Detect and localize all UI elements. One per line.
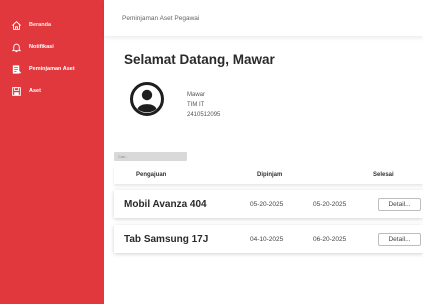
- column-header-pengajuan: Pengajuan: [136, 172, 167, 178]
- avatar: [130, 82, 164, 116]
- finished-date: 05-20-2025: [313, 200, 347, 208]
- sidebar-item-beranda[interactable]: Beranda: [0, 14, 104, 36]
- sidebar: Beranda Notifikasi Peminjaman Aset Aset: [0, 0, 104, 304]
- profile-id: 2410512095: [187, 112, 221, 118]
- top-bar: Peminjaman Aset Pegawai: [104, 0, 423, 36]
- sidebar-item-aset[interactable]: Aset: [0, 80, 104, 102]
- sidebar-item-label: Notifikasi: [29, 44, 54, 50]
- home-icon: [11, 20, 22, 31]
- page-title: Peminjaman Aset Pegawai: [122, 14, 200, 22]
- borrowed-date: 05-20-2025: [250, 200, 284, 208]
- document-icon: [11, 64, 22, 75]
- column-header-dipinjam: Dipinjam: [257, 172, 283, 178]
- asset-name: Mobil Avanza 404: [124, 198, 207, 210]
- table-row: Mobil Avanza 404 05-20-2025 05-20-2025 D…: [114, 190, 423, 218]
- table-row: Tab Samsung 17J 04-10-2025 06-20-2025 De…: [114, 225, 423, 253]
- detail-button[interactable]: Detail...: [378, 232, 421, 246]
- profile-info: Mawar TIM IT 2410512095: [187, 90, 220, 120]
- finished-date: 06-20-2025: [313, 235, 347, 243]
- sidebar-item-label: Aset: [29, 88, 41, 94]
- profile-name: Mawar: [187, 92, 206, 98]
- bell-icon: [11, 42, 22, 53]
- welcome-heading: Selamat Datang, Mawar: [124, 52, 275, 67]
- search-input[interactable]: [114, 152, 187, 161]
- sidebar-item-label: Beranda: [29, 22, 52, 28]
- asset-name: Tab Samsung 17J: [124, 233, 209, 245]
- borrowed-date: 04-10-2025: [250, 235, 284, 243]
- detail-button[interactable]: Detail...: [378, 197, 421, 211]
- user-avatar-icon: [130, 82, 164, 116]
- table-header: Pengajuan Dipinjam Selesai: [114, 166, 423, 184]
- sidebar-item-peminjaman-aset[interactable]: Peminjaman Aset: [0, 58, 104, 80]
- save-icon: [11, 86, 22, 97]
- profile-team: TIM IT: [187, 102, 205, 108]
- sidebar-item-label: Peminjaman Aset: [29, 66, 75, 72]
- column-header-selesai: Selesai: [373, 172, 394, 178]
- sidebar-item-notifikasi[interactable]: Notifikasi: [0, 36, 104, 58]
